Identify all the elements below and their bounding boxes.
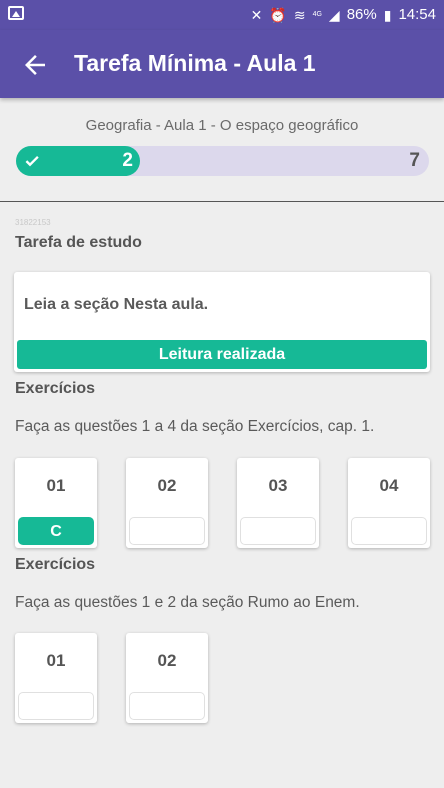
- check-icon: [25, 156, 39, 167]
- question-number: 02: [157, 476, 177, 495]
- mute-icon: ✕: [250, 6, 263, 23]
- question-number: 03: [268, 476, 288, 495]
- question-answer[interactable]: C: [18, 517, 94, 545]
- lesson-code: 31822153: [15, 218, 51, 227]
- exercises-1-instruction: Faça as questões 1 a 4 da seção Exercíci…: [15, 418, 375, 435]
- page-title: Tarefa Mínima - Aula 1: [74, 50, 316, 76]
- progress-done-count: 2: [122, 150, 133, 171]
- question-card-2-01[interactable]: 01: [15, 633, 97, 723]
- progress-bar: 2 7: [16, 146, 429, 176]
- study-task-card: Leia a seção Nesta aula. Leitura realiza…: [14, 272, 430, 372]
- question-card-1-01[interactable]: 01 C: [15, 458, 97, 548]
- alarm-icon: ⏰: [269, 6, 287, 23]
- app-bar: Tarefa Mínima - Aula 1: [0, 30, 444, 98]
- study-task-title: Tarefa de estudo: [15, 234, 142, 251]
- question-card-1-03[interactable]: 03: [237, 458, 319, 548]
- question-card-2-02[interactable]: 02: [126, 633, 208, 723]
- study-task-instruction: Leia a seção Nesta aula.: [24, 296, 209, 313]
- divider: [0, 201, 444, 202]
- lesson-subject: Geografia - Aula 1 - O espaço geográfico: [85, 117, 359, 134]
- arrow-left-icon: [25, 55, 45, 75]
- wifi-icon: ≋: [293, 6, 306, 23]
- signal-icon: ◢: [328, 6, 340, 23]
- clock: 14:54: [398, 6, 436, 23]
- battery-level: 86%: [346, 6, 377, 23]
- network-type: 4G: [312, 11, 322, 18]
- image-icon: [8, 6, 24, 20]
- exercises-1-title: Exercícios: [15, 380, 96, 397]
- exercises-2-instruction: Faça as questões 1 e 2 da seção Rumo ao …: [15, 594, 360, 611]
- question-number: 04: [379, 476, 399, 495]
- status-bar: ✕ ⏰ ≋ 4G ◢ 86% ▮ 14:54: [0, 0, 444, 30]
- back-button[interactable]: [20, 50, 50, 80]
- question-number: 01: [46, 476, 66, 495]
- status-icons: ✕ ⏰ ≋ 4G ◢ 86% ▮ 14:54: [251, 6, 436, 23]
- question-answer[interactable]: [240, 517, 316, 545]
- question-card-1-02[interactable]: 02: [126, 458, 208, 548]
- question-answer[interactable]: [18, 692, 94, 720]
- battery-icon: ▮: [383, 6, 392, 23]
- reading-done-button[interactable]: Leitura realizada: [17, 340, 427, 369]
- question-answer[interactable]: [129, 517, 205, 545]
- question-number: 02: [157, 651, 177, 670]
- question-card-1-04[interactable]: 04: [348, 458, 430, 548]
- progress-total-count: 7: [409, 150, 420, 171]
- question-number: 01: [46, 651, 66, 670]
- question-answer[interactable]: [351, 517, 427, 545]
- question-answer[interactable]: [129, 692, 205, 720]
- exercises-2-title: Exercícios: [15, 556, 96, 573]
- progress-fill: 2: [16, 146, 140, 176]
